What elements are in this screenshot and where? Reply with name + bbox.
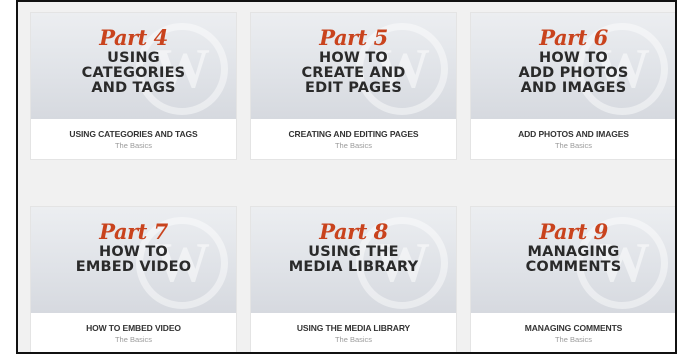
card-thumbnail[interactable]: W Part 5 HOW TO CREATE AND EDIT PAGES — [251, 13, 456, 119]
headline-line: AND IMAGES — [520, 80, 627, 96]
headline-line: CATEGORIES — [81, 65, 186, 81]
tutorial-card[interactable]: W Part 5 HOW TO CREATE AND EDIT PAGES CR… — [250, 12, 457, 160]
headline-line: COMMENTS — [525, 259, 622, 275]
thumbnail-headline: USING THE MEDIA LIBRARY — [251, 245, 456, 275]
card-thumbnail[interactable]: W Part 6 HOW TO ADD PHOTOS AND IMAGES — [471, 13, 675, 119]
headline-line: CREATE AND — [301, 65, 406, 81]
card-thumbnail[interactable]: W Part 4 USING CATEGORIES AND TAGS — [31, 13, 236, 119]
thumbnail-headline: HOW TO CREATE AND EDIT PAGES — [251, 51, 456, 96]
headline-line: HOW TO — [99, 244, 168, 260]
part-label: Part 8 — [319, 219, 388, 244]
headline-line: HOW TO — [319, 50, 388, 66]
card-title-link[interactable]: USING CATEGORIES AND TAGS — [31, 129, 236, 139]
headline-line: ADD PHOTOS — [518, 65, 629, 81]
card-title-link[interactable]: USING THE MEDIA LIBRARY — [251, 323, 456, 333]
card-caption: ADD PHOTOS AND IMAGES The Basics — [471, 119, 675, 159]
card-caption: USING THE MEDIA LIBRARY The Basics — [251, 313, 456, 352]
card-caption: USING CATEGORIES AND TAGS The Basics — [31, 119, 236, 159]
tutorial-card[interactable]: W Part 6 HOW TO ADD PHOTOS AND IMAGES AD… — [470, 12, 675, 160]
card-category: The Basics — [334, 141, 373, 150]
card-category: The Basics — [114, 335, 153, 344]
card-title-link[interactable]: HOW TO EMBED VIDEO — [31, 323, 236, 333]
headline-line: MANAGING — [527, 244, 620, 260]
card-title-link[interactable]: CREATING AND EDITING PAGES — [251, 129, 456, 139]
card-title-link[interactable]: MANAGING COMMENTS — [471, 323, 675, 333]
thumbnail-headline: HOW TO ADD PHOTOS AND IMAGES — [471, 50, 675, 96]
part-label: Part 4 — [99, 25, 168, 50]
part-label: Part 9 — [539, 219, 608, 244]
card-category: The Basics — [334, 335, 373, 344]
headline-line: HOW TO — [539, 50, 608, 66]
tutorial-card[interactable]: W Part 8 USING THE MEDIA LIBRARY USING T… — [250, 206, 457, 352]
part-label: Part 5 — [319, 25, 388, 50]
card-thumbnail[interactable]: W Part 7 HOW TO EMBED VIDEO — [31, 207, 236, 313]
card-thumbnail[interactable]: W Part 9 MANAGING COMMENTS — [471, 207, 675, 313]
tutorial-card[interactable]: W Part 4 USING CATEGORIES AND TAGS USING… — [30, 12, 237, 160]
thumbnail-headline: HOW TO EMBED VIDEO — [31, 245, 236, 275]
headline-line: MEDIA LIBRARY — [288, 259, 419, 275]
tutorial-card[interactable]: W Part 7 HOW TO EMBED VIDEO HOW TO EMBED… — [30, 206, 237, 352]
card-caption: HOW TO EMBED VIDEO The Basics — [31, 313, 236, 352]
thumbnail-headline: MANAGING COMMENTS — [471, 244, 675, 275]
card-caption: MANAGING COMMENTS The Basics — [471, 313, 675, 352]
card-thumbnail[interactable]: W Part 8 USING THE MEDIA LIBRARY — [251, 207, 456, 313]
tutorial-card[interactable]: W Part 9 MANAGING COMMENTS MANAGING COMM… — [470, 206, 675, 352]
thumbnail-headline: USING CATEGORIES AND TAGS — [31, 51, 236, 96]
headline-line: EMBED VIDEO — [75, 259, 192, 275]
headline-line: AND TAGS — [91, 80, 176, 96]
tutorial-grid-frame: W Part 4 USING CATEGORIES AND TAGS USING… — [16, 0, 677, 354]
headline-line: EDIT PAGES — [304, 80, 403, 96]
headline-line: USING THE — [308, 244, 399, 260]
card-category: The Basics — [114, 141, 153, 150]
headline-line: USING — [107, 50, 160, 66]
part-label: Part 6 — [539, 25, 608, 50]
card-title-link[interactable]: ADD PHOTOS AND IMAGES — [471, 129, 675, 139]
part-label: Part 7 — [99, 219, 168, 244]
card-caption: CREATING AND EDITING PAGES The Basics — [251, 119, 456, 159]
card-category: The Basics — [554, 335, 593, 344]
card-category: The Basics — [554, 141, 593, 150]
